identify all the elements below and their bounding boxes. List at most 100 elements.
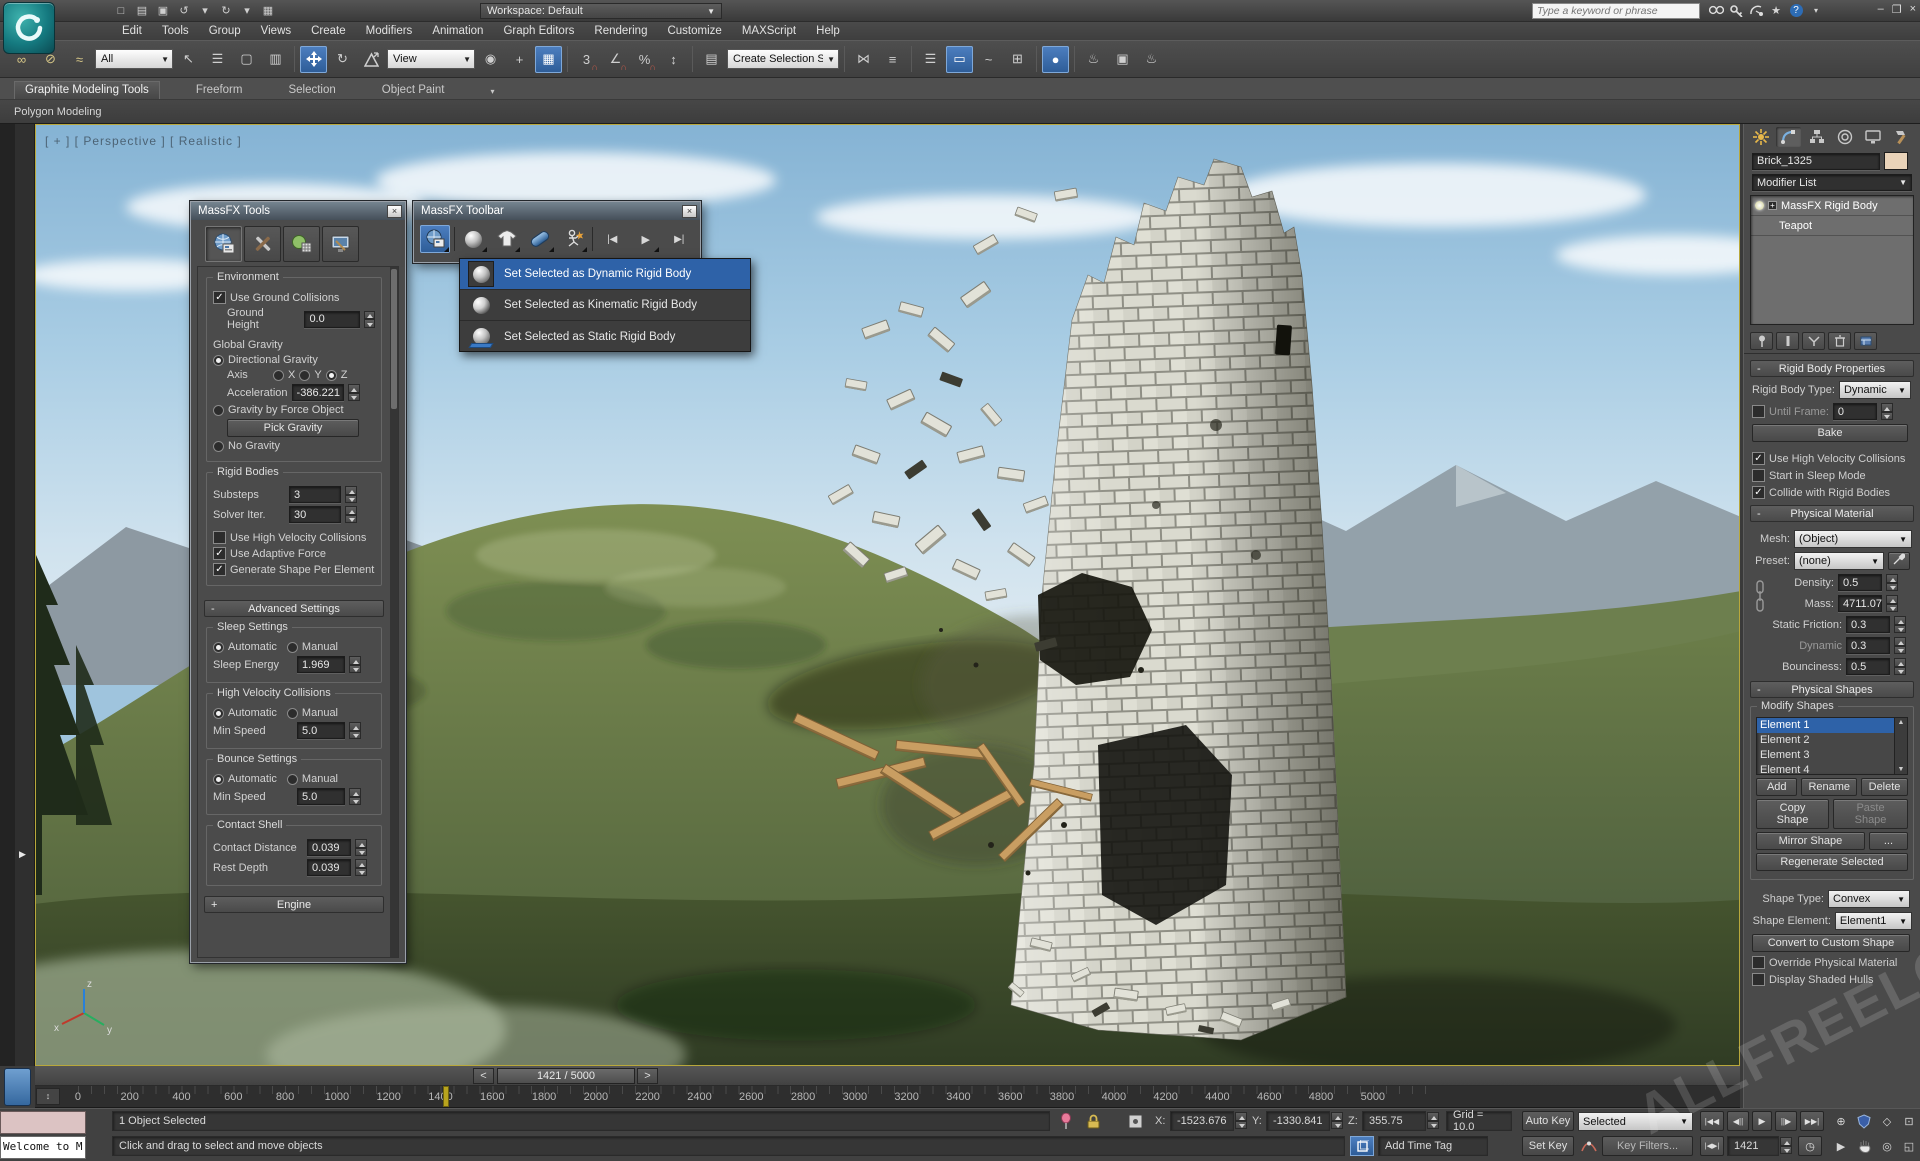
list-item-element2[interactable]: Element 2 [1757, 733, 1907, 748]
menu-item[interactable]: MAXScript [732, 22, 806, 40]
z-spinner[interactable] [1427, 1112, 1439, 1129]
use-hvc-row[interactable]: Use High Velocity Collisions [213, 531, 375, 544]
add-time-tag-field[interactable]: Add Time Tag [1378, 1136, 1488, 1156]
viewport-layout-tab-bar[interactable]: ▶ [15, 124, 35, 1066]
menu-item[interactable]: Create [301, 22, 356, 40]
menu-item[interactable]: Modifiers [356, 22, 423, 40]
current-time-indicator[interactable] [443, 1086, 449, 1107]
gravity-by-force-radio[interactable] [213, 405, 224, 416]
new-file-icon[interactable]: □ [112, 3, 130, 19]
use-adaptive-force-row[interactable]: Use Adaptive Force [213, 547, 375, 560]
mini-curve-editor-button[interactable] [4, 1068, 31, 1106]
object-name-field[interactable]: Brick_1325 [1752, 153, 1880, 170]
curve-editor-icon[interactable]: ~ [975, 46, 1002, 73]
ribbon-tab-selection[interactable]: Selection [278, 82, 345, 99]
pan-hand-icon[interactable] [1853, 1136, 1875, 1156]
world-parameters-icon[interactable] [420, 225, 450, 253]
list-item-element4[interactable]: Element 4 [1757, 763, 1907, 775]
massfx-tools-title-bar[interactable]: MassFX Tools × [191, 202, 405, 220]
rendered-frame-window-icon[interactable]: ▣ [1109, 46, 1136, 73]
rigid-body-type-dropdown[interactable]: Dynamic▼ [1839, 381, 1911, 399]
hvc-min-speed-field[interactable]: 5.0 [297, 722, 345, 739]
until-frame-field[interactable]: 0 [1833, 403, 1877, 420]
copy-shape-button[interactable]: Copy Shape [1756, 799, 1829, 829]
directional-gravity-radio[interactable] [213, 355, 224, 366]
dynamic-friction-spinner[interactable] [1894, 637, 1906, 654]
display-tab-icon[interactable] [1860, 127, 1885, 147]
menu-item[interactable]: Customize [657, 22, 731, 40]
use-ground-collisions-checkbox[interactable] [213, 291, 226, 304]
restore-button[interactable]: ❐ [1892, 3, 1902, 16]
maxscript-mini-listener[interactable]: Welcome to M [0, 1136, 86, 1159]
layer-manager-icon[interactable]: ☰ [917, 46, 944, 73]
key-icon[interactable] [1726, 2, 1746, 18]
display-shaded-hulls-checkbox[interactable] [1752, 973, 1765, 986]
physical-material-rollout[interactable]: - Physical Material [1750, 505, 1914, 522]
edit-named-selection-sets-icon[interactable]: ▤ [698, 46, 725, 73]
ribbon-minimize-icon[interactable]: ▾ [480, 85, 504, 99]
time-slider[interactable]: < 1421 / 5000 > [35, 1066, 1740, 1086]
play-animation-button[interactable]: ▶ [1752, 1111, 1772, 1131]
communication-center-icon[interactable] [1746, 2, 1766, 18]
ground-height-field[interactable]: 0.0 [304, 311, 359, 328]
x-spinner[interactable] [1235, 1112, 1247, 1129]
sleep-energy-spinner[interactable] [349, 656, 361, 673]
select-and-manipulate-icon[interactable]: + [506, 46, 533, 73]
motion-tab-icon[interactable] [1832, 127, 1857, 147]
create-tab-icon[interactable] [1748, 127, 1773, 147]
save-file-icon[interactable]: ▣ [154, 3, 172, 19]
key-mode-toggle-icon[interactable]: |◀▶| [1700, 1136, 1724, 1156]
rename-button[interactable]: Rename [1801, 778, 1857, 796]
engine-rollout[interactable]: + Engine [204, 896, 384, 913]
zoom-extents-icon[interactable] [1853, 1111, 1875, 1131]
dynamic-friction-field[interactable]: 0.3 [1846, 637, 1890, 654]
previous-frame-button[interactable]: < [473, 1068, 494, 1084]
next-key-button[interactable]: ||▶ [1775, 1111, 1797, 1131]
static-friction-spinner[interactable] [1894, 616, 1906, 633]
shape-elements-list[interactable]: Element 1 Element 2 Element 3 Element 4 … [1756, 717, 1908, 775]
use-pivot-point-center-icon[interactable]: ◉ [477, 46, 504, 73]
snaps-toggle-icon[interactable]: 3∩ [573, 46, 600, 73]
menu-item-static-rigid-body[interactable]: Set Selected as Static Rigid Body [460, 321, 750, 352]
menu-item[interactable]: Group [199, 22, 251, 40]
acceleration-field[interactable]: -386.221 [292, 384, 344, 401]
preset-dropdown[interactable]: (none)▼ [1794, 552, 1884, 570]
advanced-settings-rollout[interactable]: - Advanced Settings [204, 600, 384, 617]
application-menu-button[interactable] [3, 2, 55, 54]
bounce-min-speed-field[interactable]: 5.0 [297, 788, 345, 805]
scrollbar-thumb[interactable] [391, 269, 397, 409]
mirror-icon[interactable]: ⋈ [850, 46, 877, 73]
mass-field[interactable]: 4711.07 [1838, 595, 1882, 612]
acceleration-spinner[interactable] [348, 384, 360, 401]
multi-object-editor-tab[interactable] [283, 226, 320, 262]
key-filters-button[interactable]: Key Filters... [1602, 1136, 1693, 1156]
close-icon[interactable]: × [387, 205, 402, 218]
list-item-element1[interactable]: Element 1 [1757, 718, 1907, 733]
contact-distance-field[interactable]: 0.039 [307, 839, 351, 856]
time-configuration-icon[interactable]: ◷ [1798, 1136, 1822, 1156]
ribbon-tab-graphite[interactable]: Graphite Modeling Tools [14, 81, 160, 99]
absolute-offset-mode-icon[interactable] [1124, 1111, 1146, 1131]
maxscript-mini-listener-macro[interactable] [0, 1111, 86, 1134]
use-hvc-checkbox[interactable] [213, 531, 226, 544]
bounce-automatic-radio[interactable] [213, 774, 224, 785]
until-frame-checkbox[interactable] [1752, 405, 1765, 418]
sleep-energy-field[interactable]: 1.969 [297, 656, 345, 673]
cp-use-hvc-checkbox[interactable] [1752, 452, 1765, 465]
axis-z-radio[interactable] [326, 370, 337, 381]
close-icon[interactable]: × [682, 205, 697, 218]
arrow-icon[interactable]: ▶ [1830, 1136, 1852, 1156]
viewport-label[interactable]: [ + ] [ Perspective ] [ Realistic ] [45, 134, 242, 148]
schematic-view-icon[interactable]: ⊞ [1004, 46, 1031, 73]
help-dropdown-icon[interactable]: ▾ [1806, 2, 1826, 18]
modifier-stack-row-teapot[interactable]: Teapot [1751, 216, 1913, 236]
search-input[interactable] [1533, 4, 1699, 18]
menu-item[interactable]: Rendering [584, 22, 657, 40]
set-keys-curve-icon[interactable] [1578, 1136, 1600, 1156]
delete-button[interactable]: Delete [1861, 778, 1908, 796]
menu-item[interactable]: Views [251, 22, 301, 40]
workspace-selector[interactable]: Workspace: Default ▼ [480, 3, 722, 19]
display-options-tab[interactable] [322, 226, 359, 262]
expand-box-icon[interactable]: + [1768, 201, 1777, 210]
add-time-tag-icon[interactable] [1350, 1136, 1374, 1156]
